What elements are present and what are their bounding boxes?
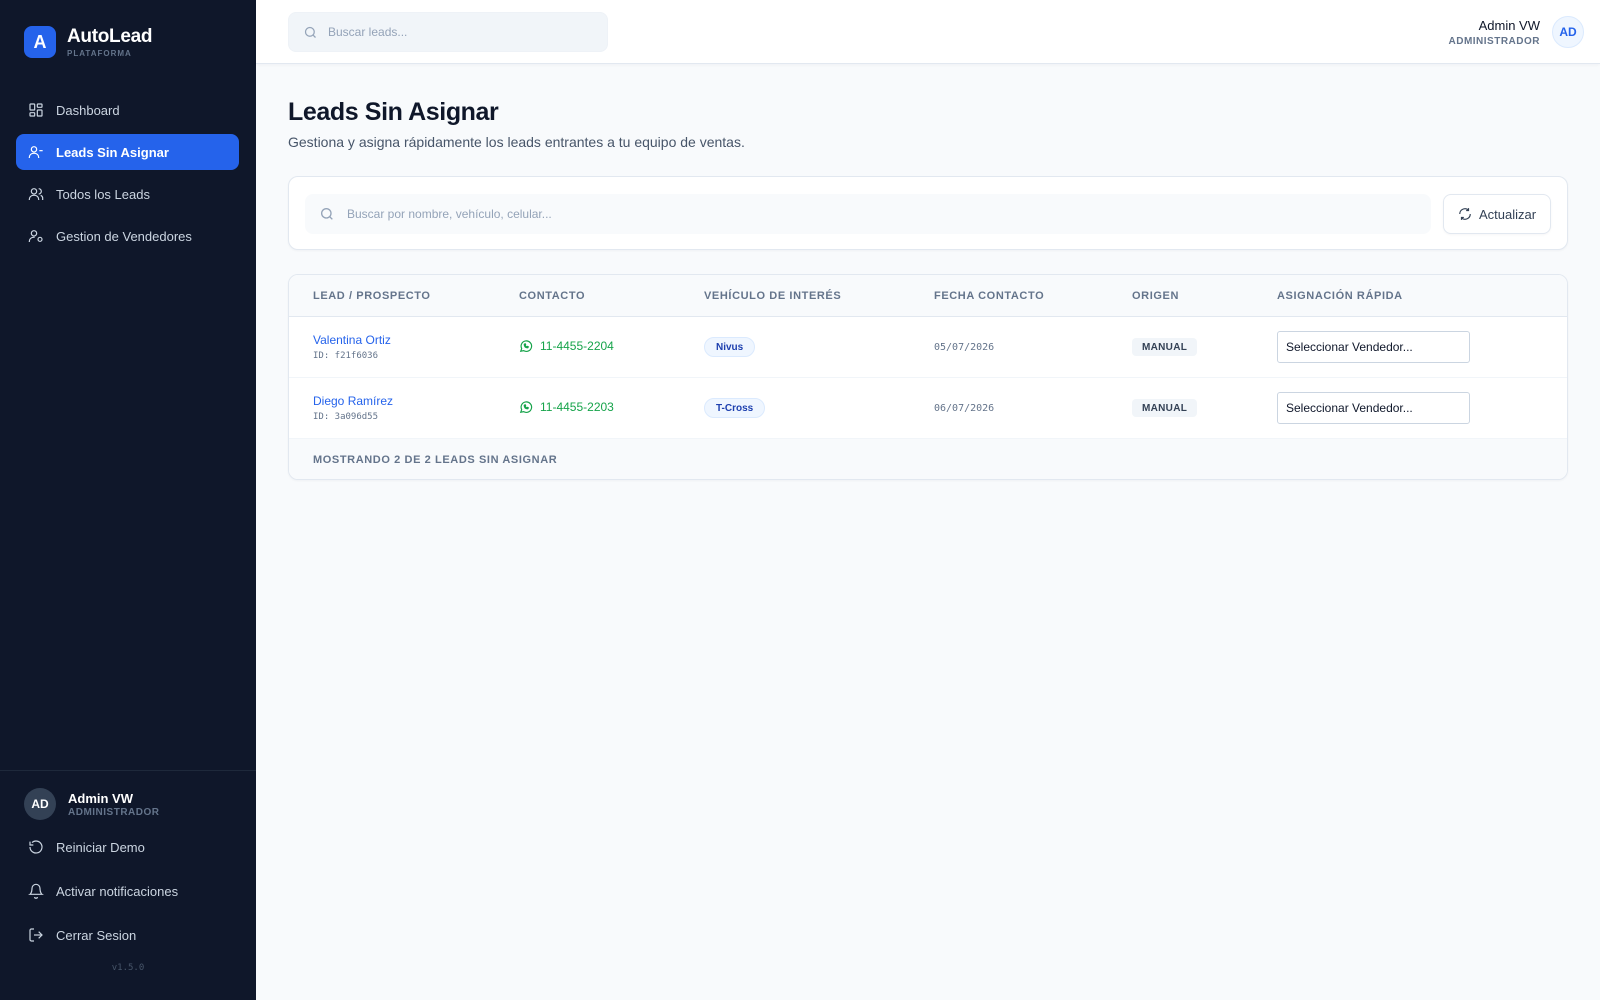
sidebar-actions: Reiniciar Demo Activar notificaciones Ce… [16, 829, 239, 961]
enable-notifications-button[interactable]: Activar notificaciones [16, 873, 239, 909]
header-user[interactable]: Admin VW ADMINISTRADOR AD [1448, 16, 1584, 48]
sidebar-user-name: Admin VW [68, 790, 133, 806]
brand-logo: A [24, 26, 56, 58]
sidebar: A AutoLead PLATAFORMA Dashboard Leads Si… [0, 0, 256, 1000]
avatar: AD [24, 788, 56, 820]
whatsapp-icon [519, 401, 533, 414]
sidebar-divider [0, 770, 256, 771]
page-subtitle: Gestiona y asigna rápidamente los leads … [288, 134, 745, 150]
sidebar-nav: Dashboard Leads Sin Asignar Todos los Le… [16, 92, 239, 260]
sidebar-item-todos-los-leads[interactable]: Todos los Leads [16, 176, 239, 212]
user-gear-icon [28, 230, 43, 242]
top-bar: Admin VW ADMINISTRADOR AD [256, 0, 1600, 64]
lead-id: ID: 3a096d55 [313, 412, 379, 422]
table-footer: MOSTRANDO 2 DE 2 LEADS SIN ASIGNAR [289, 439, 1567, 479]
page-title: Leads Sin Asignar [288, 98, 499, 126]
brand-subtitle: PLATAFORMA [67, 48, 132, 58]
sidebar-item-leads-sin-asignar[interactable]: Leads Sin Asignar [16, 134, 239, 170]
refresh-button[interactable]: Actualizar [1443, 194, 1551, 234]
header-search-input[interactable] [328, 25, 588, 39]
user-minus-icon [28, 146, 43, 158]
sidebar-item-label: Gestion de Vendedores [56, 228, 192, 244]
refresh-label: Actualizar [1478, 206, 1537, 222]
origin-badge: MANUAL [1132, 338, 1198, 356]
bell-icon [28, 883, 44, 899]
users-icon [28, 188, 44, 200]
refresh-icon [1459, 208, 1471, 220]
sidebar-user-role: ADMINISTRADOR [68, 806, 160, 818]
assign-seller-select[interactable]: Seleccionar Vendedor... [1277, 331, 1470, 363]
avatar[interactable]: AD [1552, 16, 1584, 48]
header-search[interactable] [288, 12, 608, 52]
lead-search-input[interactable] [347, 207, 1347, 221]
whatsapp-icon [519, 340, 533, 353]
logout-button[interactable]: Cerrar Sesion [16, 917, 239, 953]
contact-date: 06/07/2026 [934, 403, 995, 414]
header-user-name: Admin VW [1478, 17, 1540, 33]
column-header: VEHÍCULO DE INTERÉS [704, 290, 842, 302]
lead-search[interactable] [305, 194, 1431, 234]
column-header: ASIGNACIÓN RÁPIDA [1277, 290, 1403, 302]
sidebar-user: AD Admin VW ADMINISTRADOR [24, 788, 160, 820]
enable-notifications-label: Activar notificaciones [56, 883, 179, 899]
lead-phone-link[interactable]: 11-4455-2204 [519, 339, 614, 353]
column-header: LEAD / PROSPECTO [313, 290, 431, 302]
brand-name: AutoLead [67, 25, 153, 47]
vehicle-badge: T-Cross [704, 398, 766, 418]
lead-phone: 11-4455-2204 [540, 339, 614, 353]
lead-id: ID: f21f6036 [313, 351, 379, 361]
dashboard-icon [29, 103, 43, 117]
header-user-role: ADMINISTRADOR [1448, 35, 1540, 47]
reset-demo-button[interactable]: Reiniciar Demo [16, 829, 239, 865]
table-header: LEAD / PROSPECTO CONTACTO VEHÍCULO DE IN… [289, 275, 1567, 317]
sidebar-item-label: Dashboard [56, 102, 120, 118]
filter-card: Actualizar [288, 176, 1568, 250]
table-row: Diego Ramírez ID: 3a096d55 11-4455-2203 … [289, 378, 1567, 439]
sidebar-item-dashboard[interactable]: Dashboard [16, 92, 239, 128]
logout-icon [29, 928, 43, 942]
lead-name-link[interactable]: Valentina Ortiz [313, 333, 391, 347]
reset-demo-label: Reiniciar Demo [56, 839, 145, 855]
version-label: v1.5.0 [111, 963, 145, 973]
column-header: CONTACTO [519, 290, 586, 302]
leads-table: LEAD / PROSPECTO CONTACTO VEHÍCULO DE IN… [288, 274, 1568, 480]
table-footer-count: MOSTRANDO 2 DE 2 LEADS SIN ASIGNAR [313, 454, 558, 466]
brand[interactable]: A AutoLead PLATAFORMA [24, 25, 153, 58]
column-header: FECHA CONTACTO [934, 290, 1045, 302]
column-header: ORIGEN [1132, 290, 1179, 302]
assign-seller-select[interactable]: Seleccionar Vendedor... [1277, 392, 1470, 424]
lead-phone-link[interactable]: 11-4455-2203 [519, 400, 614, 414]
vehicle-badge: Nivus [704, 337, 756, 357]
contact-date: 05/07/2026 [934, 342, 995, 353]
sidebar-item-label: Leads Sin Asignar [56, 144, 169, 160]
search-icon [321, 208, 333, 220]
sidebar-item-gestion-vendedores[interactable]: Gestion de Vendedores [16, 218, 239, 254]
lead-name-link[interactable]: Diego Ramírez [313, 394, 393, 408]
sidebar-item-label: Todos los Leads [56, 186, 150, 202]
origin-badge: MANUAL [1132, 399, 1198, 417]
reset-icon [29, 840, 43, 854]
table-row: Valentina Ortiz ID: f21f6036 11-4455-220… [289, 317, 1567, 378]
lead-phone: 11-4455-2203 [540, 400, 614, 414]
search-icon [304, 26, 316, 38]
logout-label: Cerrar Sesion [56, 927, 137, 943]
